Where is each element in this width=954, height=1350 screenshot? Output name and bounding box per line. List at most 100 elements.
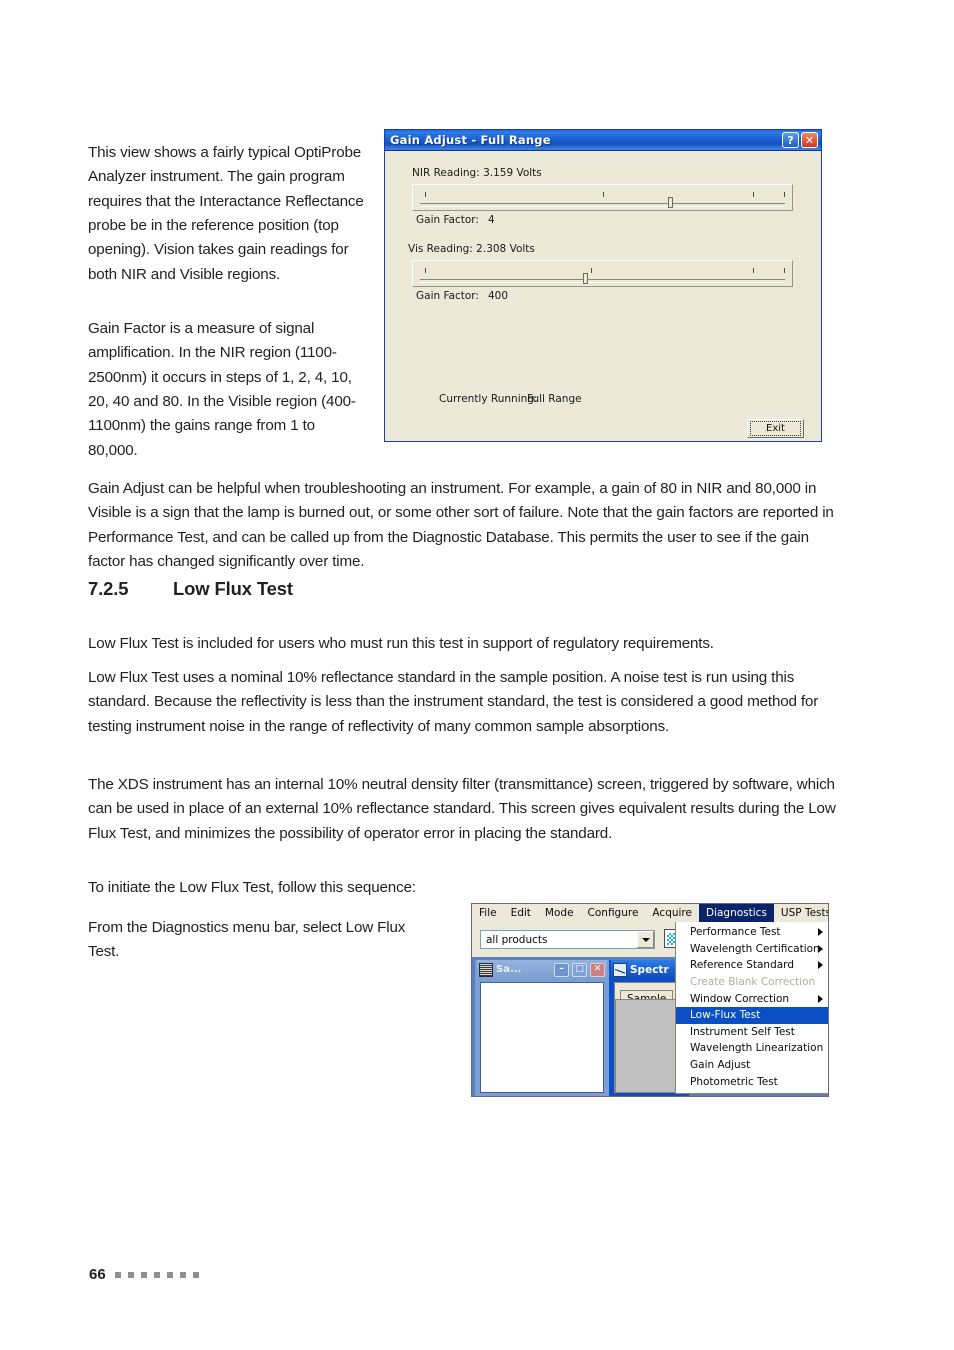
- section-number: 7.2.5: [88, 578, 129, 599]
- paragraph-low-flux-2: Low Flux Test uses a nominal 10% reflect…: [88, 669, 819, 735]
- menu-option-reference-standard[interactable]: Reference Standard: [676, 957, 828, 974]
- paragraph-gain-adjust-help: Gain Adjust can be helpful when troubles…: [88, 480, 834, 571]
- nir-gain-slider[interactable]: [412, 184, 793, 211]
- sample-window-icon: [479, 962, 493, 977]
- menu-option-label: Instrument Self Test: [690, 1025, 795, 1038]
- menu-option-wavelength-linearization[interactable]: Wavelength Linearization: [676, 1040, 828, 1057]
- footer-dot: [114, 1271, 121, 1278]
- slider-tick: [784, 268, 785, 273]
- section-title: Low Flux Test: [173, 578, 293, 599]
- sample-window-content: [480, 982, 604, 1093]
- product-select-value: all products: [486, 933, 548, 946]
- menu-option-label: Low-Flux Test: [690, 1009, 761, 1022]
- exit-button[interactable]: Exit: [747, 419, 804, 438]
- menu-item-acquire[interactable]: Acquire: [645, 904, 699, 922]
- diagnostics-menu-screenshot: File Edit Mode Configure Acquire Diagnos…: [471, 903, 829, 1097]
- slider-tick: [784, 192, 785, 197]
- maximize-icon[interactable]: □: [572, 962, 587, 977]
- footer-dot: [166, 1271, 173, 1278]
- paragraph-initiate-sequence: To initiate the Low Flux Test, follow th…: [88, 879, 416, 897]
- sample-window[interactable]: Sa... – □ ✕: [475, 960, 609, 1096]
- slider-tick: [425, 192, 426, 197]
- vis-reading-label: Vis Reading: 2.308 Volts: [408, 243, 535, 255]
- sample-window-title: Sa...: [496, 964, 522, 975]
- slider-thumb[interactable]: [583, 273, 588, 284]
- paragraph-xds-instrument: The XDS instrument has an internal 10% n…: [88, 776, 836, 842]
- page-footer: 66: [89, 1266, 199, 1283]
- footer-dot: [140, 1271, 147, 1278]
- paragraph-intro-1: This view shows a fairly typical OptiPro…: [88, 144, 364, 283]
- sample-window-titlebar[interactable]: Sa... – □ ✕: [477, 960, 607, 979]
- nir-gain-factor-label: Gain Factor:: [416, 214, 479, 226]
- vis-gain-factor-value: 400: [488, 290, 509, 302]
- close-icon[interactable]: ✕: [801, 132, 818, 148]
- spectrum-chart-icon: [613, 962, 627, 977]
- product-select[interactable]: all products: [480, 930, 655, 949]
- slider-groove: [420, 203, 785, 207]
- menu-option-performance-test[interactable]: Performance Test: [676, 924, 828, 941]
- footer-dots: [114, 1271, 199, 1278]
- menu-item-file[interactable]: File: [472, 904, 504, 922]
- gain-adjust-dialog: Gain Adjust - Full Range ? ✕ NIR Reading…: [384, 129, 822, 442]
- slider-tick: [603, 192, 604, 197]
- gain-adjust-window-buttons: ? ✕: [782, 132, 821, 148]
- submenu-arrow-icon: [818, 944, 823, 953]
- diagnostics-dropdown-menu: Performance Test Wavelength Certificatio…: [675, 922, 828, 1094]
- footer-dot: [192, 1271, 199, 1278]
- menu-item-edit[interactable]: Edit: [504, 904, 538, 922]
- nir-reading-label: NIR Reading: 3.159 Volts: [412, 167, 542, 179]
- page-number: 66: [89, 1266, 106, 1283]
- paragraph-low-flux-1: Low Flux Test is included for users who …: [88, 635, 714, 653]
- menu-option-label: Window Correction: [690, 992, 790, 1005]
- help-icon[interactable]: ?: [782, 132, 799, 148]
- menu-option-label: Performance Test: [690, 926, 781, 939]
- gain-adjust-titlebar[interactable]: Gain Adjust - Full Range ? ✕: [385, 130, 821, 151]
- slider-thumb[interactable]: [668, 197, 673, 208]
- vis-gain-slider[interactable]: [412, 260, 793, 287]
- application-menubar: File Edit Mode Configure Acquire Diagnos…: [472, 904, 828, 923]
- menu-option-label: Wavelength Linearization: [690, 1042, 824, 1055]
- gain-adjust-client-area: NIR Reading: 3.159 Volts Gain Factor: 4 …: [385, 151, 821, 441]
- menu-item-diagnostics[interactable]: Diagnostics: [698, 904, 774, 922]
- slider-groove: [420, 279, 785, 283]
- paragraph-gain-factor: Gain Factor is a measure of signal ampli…: [88, 320, 356, 459]
- minimize-icon[interactable]: –: [554, 962, 569, 977]
- paragraph-from-diagnostics-menu: From the Diagnostics menu bar, select Lo…: [88, 919, 406, 961]
- footer-dot: [179, 1271, 186, 1278]
- nir-gain-factor-value: 4: [488, 214, 495, 226]
- menu-option-label: Create Blank Correction: [690, 976, 816, 989]
- section-heading: 7.2.5 Low Flux Test: [88, 578, 293, 600]
- exit-button-label: Exit: [750, 421, 801, 436]
- close-icon[interactable]: ✕: [590, 962, 605, 977]
- footer-dot: [153, 1271, 160, 1278]
- vis-gain-factor-label: Gain Factor:: [416, 290, 479, 302]
- menu-item-usp-tests[interactable]: USP Tests: [774, 904, 828, 922]
- slider-tick: [753, 268, 754, 273]
- gain-adjust-title: Gain Adjust - Full Range: [390, 133, 551, 147]
- slider-tick: [753, 192, 754, 197]
- menu-item-mode[interactable]: Mode: [538, 904, 581, 922]
- spectrum-window-title: Spectr: [630, 963, 669, 976]
- menu-option-low-flux-test[interactable]: Low-Flux Test: [676, 1006, 828, 1024]
- menu-option-instrument-self-test[interactable]: Instrument Self Test: [676, 1024, 828, 1041]
- menu-option-photometric-test[interactable]: Photometric Test: [676, 1073, 828, 1090]
- menu-option-label: Photometric Test: [690, 1075, 778, 1088]
- manual-page: This view shows a fairly typical OptiPro…: [0, 0, 954, 1350]
- menu-option-window-correction[interactable]: Window Correction: [676, 990, 828, 1007]
- currently-running-label: Currently Running:: [439, 393, 538, 405]
- slider-tick: [591, 268, 592, 273]
- submenu-arrow-icon: [818, 961, 823, 970]
- menu-option-label: Reference Standard: [690, 959, 794, 972]
- currently-running-value: Full Range: [527, 393, 582, 405]
- menu-option-gain-adjust[interactable]: Gain Adjust: [676, 1057, 828, 1074]
- menu-option-wavelength-certification[interactable]: Wavelength Certification: [676, 941, 828, 958]
- chevron-down-icon[interactable]: [637, 931, 654, 948]
- menu-option-create-blank-correction: Create Blank Correction: [676, 974, 828, 991]
- menu-item-configure[interactable]: Configure: [581, 904, 646, 922]
- menu-option-label: Gain Adjust: [690, 1059, 751, 1072]
- slider-tick: [425, 268, 426, 273]
- submenu-arrow-icon: [818, 994, 823, 1003]
- menu-option-label: Wavelength Certification: [690, 942, 820, 955]
- footer-dot: [127, 1271, 134, 1278]
- submenu-arrow-icon: [818, 928, 823, 937]
